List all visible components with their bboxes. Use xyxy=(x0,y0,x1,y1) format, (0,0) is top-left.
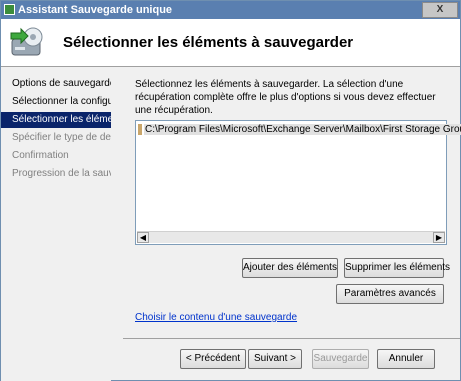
scroll-right-icon[interactable]: ▶ xyxy=(433,232,445,243)
close-button[interactable]: X xyxy=(422,2,458,18)
step-select-items[interactable]: Sélectionner les éléme... xyxy=(1,112,111,128)
wizard-steps-sidebar: Options de sauvegarde Sélectionner la co… xyxy=(1,68,111,381)
backup-disk-icon xyxy=(10,27,43,56)
list-item[interactable]: C:\Program Files\Microsoft\Exchange Serv… xyxy=(137,123,461,136)
horizontal-scrollbar[interactable]: ◀ ▶ xyxy=(137,231,445,243)
instructions-text: Sélectionnez les éléments à sauvegarder.… xyxy=(135,79,436,116)
advanced-settings-button[interactable]: Paramètres avancés xyxy=(336,284,444,304)
selected-items-list[interactable]: C:\Program Files\Microsoft\Exchange Serv… xyxy=(135,120,461,245)
step-select-configuration[interactable]: Sélectionner la configu... xyxy=(1,94,111,110)
backup-wizard-window: Assistant Sauvegarde unique X Sélectionn… xyxy=(0,0,461,381)
wizard-header: Sélectionner les éléments à sauvegarder xyxy=(1,19,460,67)
window-title: Assistant Sauvegarde unique xyxy=(18,4,173,16)
scroll-left-icon[interactable]: ◀ xyxy=(137,232,149,243)
storage-group-icon xyxy=(138,124,142,135)
back-button[interactable]: < Précédent xyxy=(180,349,246,369)
remove-items-button[interactable]: Supprimer les éléments xyxy=(344,258,450,278)
app-icon xyxy=(4,4,15,15)
next-button[interactable]: Suivant > xyxy=(248,349,302,369)
choose-backup-content-link[interactable]: Choisir le contenu d'une sauvegarde xyxy=(135,312,297,323)
title-bar[interactable]: Assistant Sauvegarde unique X xyxy=(1,1,460,19)
step-backup-options[interactable]: Options de sauvegarde xyxy=(1,76,111,92)
cancel-button[interactable]: Annuler xyxy=(377,349,435,369)
backup-button: Sauvegarde xyxy=(312,349,369,369)
step-specify-destination-type: Spécifier le type de de... xyxy=(12,132,111,143)
page-title: Sélectionner les éléments à sauvegarder xyxy=(63,34,354,51)
step-confirmation: Confirmation xyxy=(12,150,69,161)
step-backup-progress: Progression de la sauv... xyxy=(12,168,111,179)
list-item-path: C:\Program Files\Microsoft\Exchange Serv… xyxy=(144,124,461,135)
add-items-button[interactable]: Ajouter des éléments xyxy=(242,258,338,278)
footer-divider xyxy=(123,338,460,339)
